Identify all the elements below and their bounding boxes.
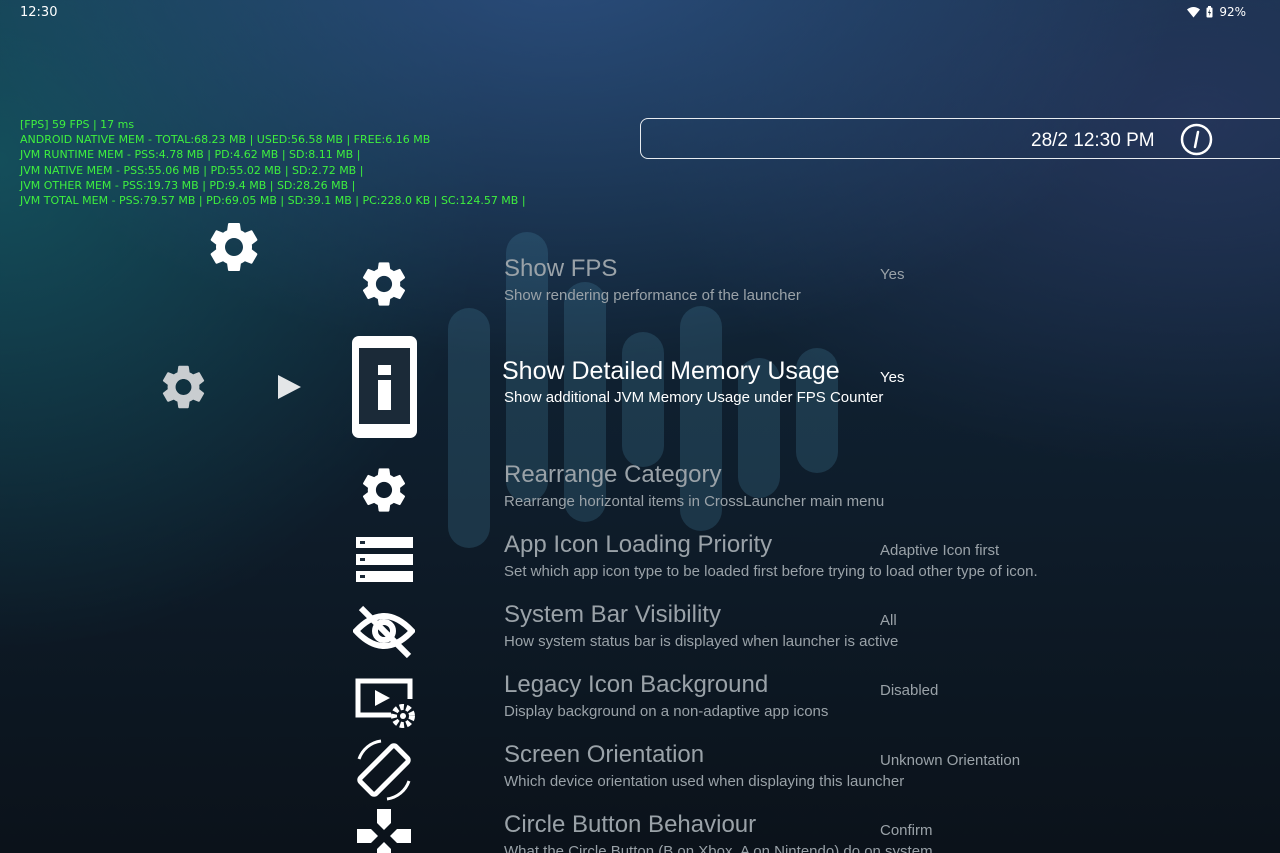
setting-value: Confirm [880,822,933,839]
visibility-off-icon [351,604,417,662]
setting-value: Yes [880,266,905,283]
status-icons: 92% [1187,5,1246,19]
setting-title: App Icon Loading Priority [504,531,773,558]
setting-title: Screen Orientation [504,741,705,768]
setting-description: Display background on a non-adaptive app… [504,703,829,720]
setting-description: What the Circle Button (B on Xbox, A on … [504,843,933,853]
power-icon[interactable] [1180,123,1213,160]
setting-description: Set which app icon type to be loaded fir… [504,563,1038,580]
setting-title: System Bar Visibility [504,601,721,628]
setting-value: Adaptive Icon first [880,542,1000,559]
setting-value: All [880,612,897,629]
category-settings-icon-top[interactable] [204,216,264,282]
setting-title: Show FPS [504,255,618,282]
status-time: 12:30 [20,5,58,20]
debug-line-fps: [FPS] 59 FPS | 17 ms [20,118,135,131]
setting-title: Circle Button Behaviour [504,811,757,838]
gear-icon [357,256,411,316]
debug-line-native-mem: ANDROID NATIVE MEM - TOTAL:68.23 MB | US… [20,133,431,147]
setting-title: Show Detailed Memory Usage [502,357,840,385]
setting-title: Legacy Icon Background [504,671,769,698]
info-icon [352,336,417,442]
gamepad-icon [357,809,411,853]
battery-percent: 92% [1219,5,1246,19]
list-icon [356,537,413,586]
setting-title: Rearrange Category [504,461,722,488]
setting-description: Rearrange horizontal items in CrossLaunc… [504,493,885,510]
debug-line-jvm-total: JVM TOTAL MEM - PSS:79.57 MB | PD:69.05 … [20,194,526,208]
setting-description: Which device orientation used when displ… [504,773,905,790]
battery-icon [1206,6,1213,18]
gear-icon [357,462,411,522]
category-settings-icon-selected[interactable] [157,360,210,418]
screen-rotation-icon [351,737,417,807]
clock-panel: 28/2 12:30 PM [640,118,1280,159]
setting-value: Yes [880,369,905,386]
clock-text: 28/2 12:30 PM [1031,130,1155,151]
setting-description: Show rendering performance of the launch… [504,287,801,304]
debug-overlay: [FPS] 59 FPS | 17 ms ANDROID NATIVE MEM … [20,117,526,208]
selection-arrow-icon [275,373,303,405]
debug-line-jvm-other: JVM OTHER MEM - PSS:19.73 MB | PD:9.4 MB… [20,178,356,192]
video-settings-icon [353,677,419,733]
setting-value: Unknown Orientation [880,752,1021,769]
setting-description: Show additional JVM Memory Usage under F… [504,389,884,406]
debug-line-jvm-runtime: JVM RUNTIME MEM - PSS:4.78 MB | PD:4.62 … [20,148,361,162]
setting-value: Disabled [880,682,939,699]
setting-description: How system status bar is displayed when … [504,633,899,650]
debug-line-jvm-native: JVM NATIVE MEM - PSS:55.06 MB | PD:55.02… [20,163,364,177]
wifi-icon [1187,6,1201,18]
